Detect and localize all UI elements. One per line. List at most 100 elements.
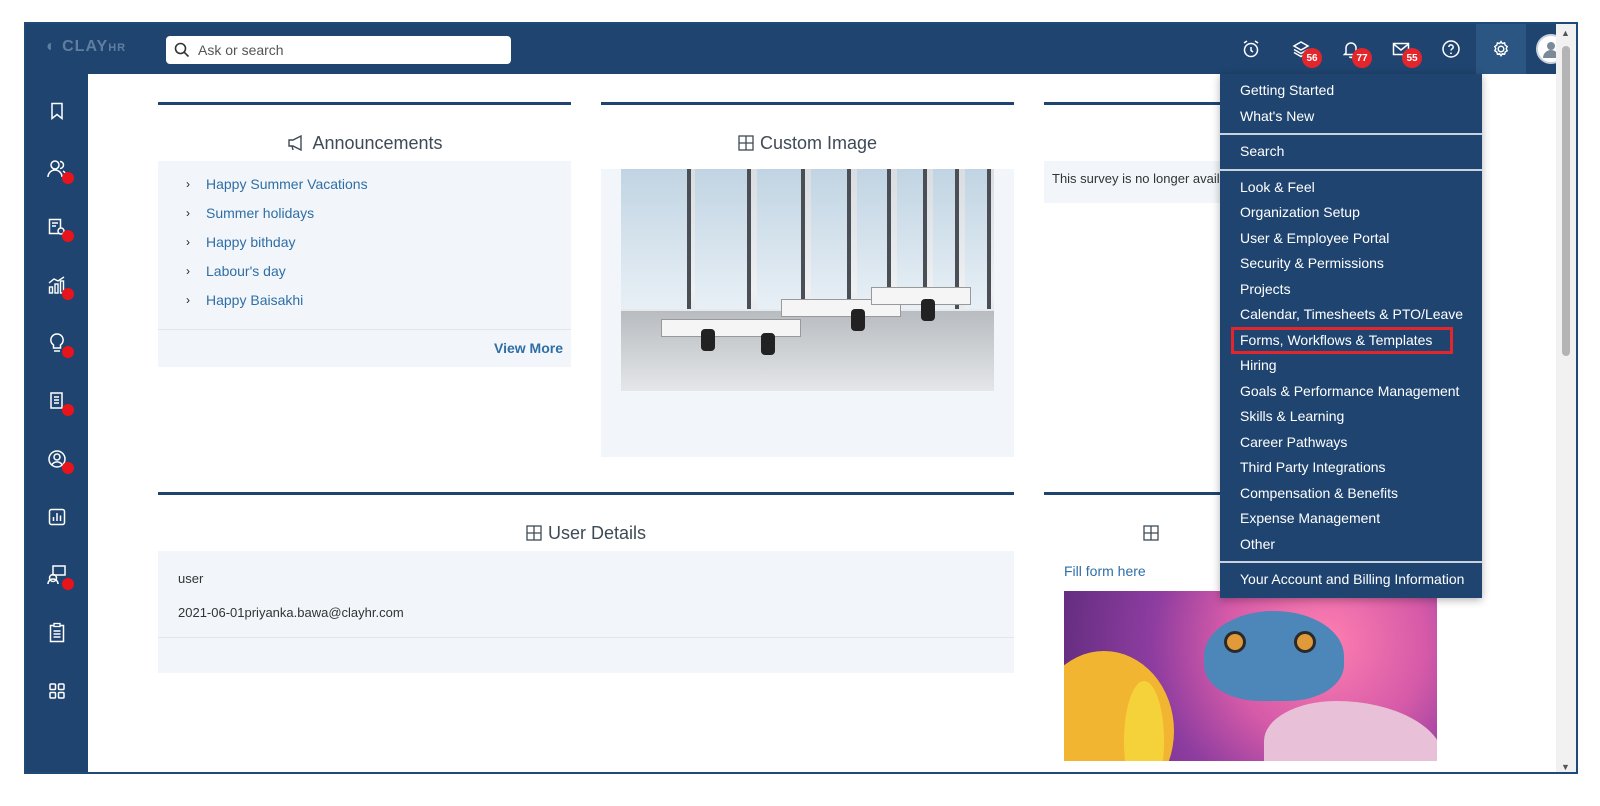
menu-item-hiring[interactable]: Hiring (1220, 353, 1482, 379)
list-item[interactable]: › Summer holidays (186, 198, 571, 227)
announcement-link[interactable]: Labour's day (206, 263, 286, 279)
search-box[interactable] (166, 36, 511, 64)
sidebar-item-people[interactable] (44, 156, 74, 184)
custom-image-title-text: Custom Image (759, 132, 878, 153)
sidebar-item-support[interactable] (44, 562, 74, 590)
page-scrollbar[interactable]: ▲ ▼ (1556, 24, 1576, 772)
settings-button[interactable] (1476, 24, 1526, 74)
settings-menu: Getting Started What's New Search Look &… (1220, 74, 1482, 598)
alarm-button[interactable] (1226, 24, 1276, 74)
menu-item-user-employee-portal[interactable]: User & Employee Portal (1220, 226, 1482, 252)
menu-item-compensation-benefits[interactable]: Compensation & Benefits (1220, 481, 1482, 507)
view-more-link[interactable]: View More (494, 340, 563, 356)
office-window (621, 169, 691, 309)
clayhr-logo[interactable]: ◐ CLAYHR (46, 38, 126, 56)
menu-item-projects[interactable]: Projects (1220, 277, 1482, 303)
user-details-line: user (178, 570, 204, 586)
clipboard-icon (49, 622, 65, 643)
list-item[interactable]: › Labour's day (186, 256, 571, 285)
search-icon (174, 42, 190, 58)
sidebar-item-growth[interactable] (44, 272, 74, 300)
menu-item-goals-performance[interactable]: Goals & Performance Management (1220, 379, 1482, 405)
menu-divider (1220, 168, 1482, 171)
layers-button[interactable]: 56 (1276, 24, 1326, 74)
announcements-title: Announcements (158, 105, 571, 161)
scroll-up-icon[interactable]: ▲ (1561, 28, 1570, 38)
help-button[interactable] (1426, 24, 1476, 74)
desk (661, 319, 801, 337)
chameleon-body (1204, 611, 1344, 701)
user-details-footer (158, 637, 1014, 673)
notification-dot (62, 172, 74, 184)
user-details-title: User Details (158, 495, 1014, 551)
menu-item-account-billing[interactable]: Your Account and Billing Information (1220, 567, 1482, 593)
app-window: ◐ CLAYHR 56 77 55 (24, 22, 1578, 774)
sidebar-item-ideas[interactable] (44, 330, 74, 358)
menu-item-whats-new[interactable]: What's New (1220, 104, 1482, 130)
menu-item-calendar-timesheets[interactable]: Calendar, Timesheets & PTO/Leave (1220, 302, 1482, 328)
user-details-body: user 2021-06-01priyanka.bawa@clayhr.com (158, 551, 1014, 637)
bookmark-icon (51, 102, 63, 120)
chair (851, 309, 865, 331)
announcement-link[interactable]: Happy Summer Vacations (206, 176, 368, 192)
menu-divider (1220, 561, 1482, 563)
notification-dot (62, 578, 74, 590)
list-item[interactable]: › Happy Summer Vacations (186, 169, 571, 198)
messages-button[interactable]: 55 (1376, 24, 1426, 74)
announcement-link[interactable]: Happy Baisakhi (206, 292, 303, 308)
chair (761, 333, 775, 355)
menu-item-expense-management[interactable]: Expense Management (1220, 506, 1482, 532)
announcement-link[interactable]: Happy bithday (206, 234, 296, 250)
messages-badge: 55 (1402, 48, 1422, 68)
scroll-thumb[interactable] (1562, 46, 1570, 356)
menu-item-career-pathways[interactable]: Career Pathways (1220, 430, 1482, 456)
grid-apps-icon (49, 683, 65, 699)
top-icons: 56 77 55 99 (1226, 24, 1576, 74)
menu-item-third-party-integrations[interactable]: Third Party Integrations (1220, 455, 1482, 481)
announcements-footer: View More (158, 329, 571, 367)
sidebar-item-analytics[interactable] (44, 504, 70, 530)
menu-item-look-feel[interactable]: Look & Feel (1220, 175, 1482, 201)
list-item[interactable]: › Happy bithday (186, 227, 571, 256)
top-bar: ◐ CLAYHR 56 77 55 (26, 24, 1576, 74)
list-item[interactable]: › Happy Baisakhi (186, 285, 571, 314)
menu-item-organization-setup[interactable]: Organization Setup (1220, 200, 1482, 226)
menu-item-skills-learning[interactable]: Skills & Learning (1220, 404, 1482, 430)
chair (921, 299, 935, 321)
chameleon-eye (1294, 631, 1316, 653)
chevron-right-icon: › (186, 205, 190, 220)
sidebar-item-apps[interactable] (44, 678, 70, 704)
chair (701, 329, 715, 351)
custom-image-body (601, 169, 1014, 457)
table-grid-icon (526, 525, 542, 541)
chameleon-image (1064, 591, 1437, 761)
scroll-down-icon[interactable]: ▼ (1561, 762, 1570, 772)
table-grid-icon (1142, 525, 1159, 541)
office-window (757, 169, 805, 309)
sidebar-item-tasks[interactable] (44, 620, 70, 646)
alarm-clock-icon (1243, 40, 1259, 58)
menu-item-search[interactable]: Search (1220, 139, 1482, 165)
announcements-body: › Happy Summer Vacations › Summer holidays… (158, 161, 571, 367)
menu-item-security-permissions[interactable]: Security & Permissions (1220, 251, 1482, 277)
sidebar-item-bookmarks[interactable] (44, 98, 70, 124)
chameleon-eye (1224, 631, 1246, 653)
layers-badge: 56 (1302, 48, 1322, 68)
menu-item-other[interactable]: Other (1220, 532, 1482, 558)
search-input[interactable] (198, 42, 498, 58)
menu-divider (1220, 133, 1482, 135)
notifications-badge: 77 (1352, 48, 1372, 68)
notifications-button[interactable]: 77 (1326, 24, 1376, 74)
notification-dot (62, 288, 74, 300)
sidebar-item-reports-settings[interactable] (44, 214, 74, 242)
notification-dot (62, 230, 74, 242)
menu-item-forms-workflows-templates[interactable]: Forms, Workflows & Templates (1231, 326, 1453, 354)
bar-report-icon (48, 508, 66, 526)
chevron-right-icon: › (186, 263, 190, 278)
sidebar-item-documents[interactable] (44, 388, 74, 416)
announcements-title-text: Announcements (312, 132, 443, 153)
office-image (621, 169, 994, 391)
sidebar-item-profile[interactable] (44, 446, 74, 474)
announcement-link[interactable]: Summer holidays (206, 205, 314, 221)
menu-item-getting-started[interactable]: Getting Started (1220, 78, 1482, 104)
